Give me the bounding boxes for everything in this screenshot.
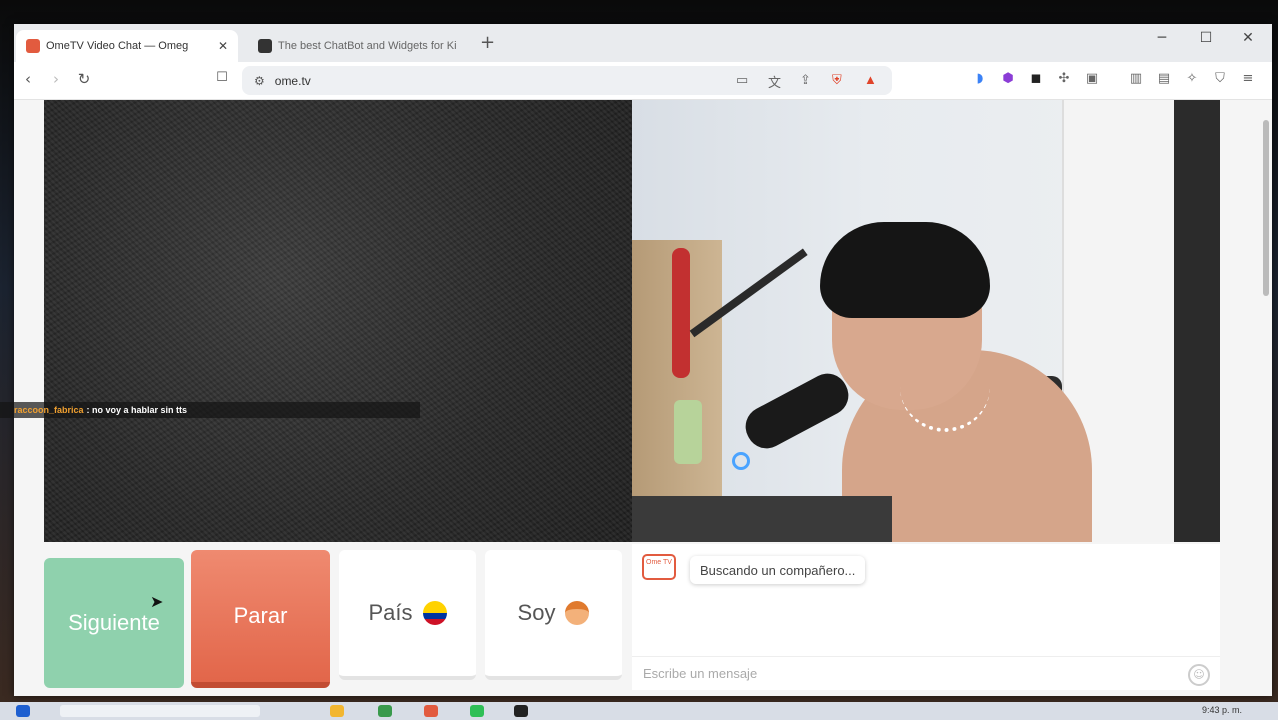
person-hair — [820, 222, 990, 318]
site-settings-icon[interactable]: ⚙ — [254, 74, 265, 88]
message-placeholder: Escribe un mensaje — [643, 666, 758, 681]
taskbar: 9:43 p. m. — [0, 702, 1278, 720]
scrollbar-thumb[interactable] — [1263, 120, 1269, 296]
sidebar-icon[interactable]: ▥ — [1126, 71, 1146, 86]
tab-ometv[interactable]: OmeTV Video Chat — Omeg ✕ — [16, 30, 238, 62]
ometv-favicon-icon — [26, 39, 40, 53]
wallet-icon[interactable]: ▤ — [1154, 71, 1174, 86]
whatsapp-taskbar-icon[interactable] — [470, 705, 484, 717]
menu-icon[interactable]: ≡ — [1238, 71, 1258, 86]
tab-chatbot[interactable]: The best ChatBot and Widgets for Ki — [248, 30, 468, 62]
tab-bar: OmeTV Video Chat — Omeg ✕ The best ChatB… — [14, 24, 1272, 62]
boy-face-icon — [565, 601, 590, 625]
new-tab-button[interactable]: + — [480, 32, 495, 53]
ometv-logo-icon: Ome TV — [642, 554, 676, 580]
red-figurine — [672, 248, 690, 378]
forward-button[interactable]: › — [44, 70, 68, 88]
chat-message: : no voy a hablar sin tts — [86, 405, 188, 415]
brave-rewards-icon[interactable]: ▲ — [864, 72, 877, 87]
bookmark-icon[interactable]: ☐ — [210, 70, 234, 85]
stranger-video — [44, 100, 632, 542]
obs-taskbar-icon[interactable] — [514, 705, 528, 717]
stop-label: Parar — [233, 603, 288, 628]
microphone — [738, 366, 856, 456]
brave-shield-icon[interactable]: ⛨ — [832, 72, 842, 88]
door-frame — [1174, 100, 1220, 542]
taskbar-clock: 9:43 p. m. — [1201, 705, 1242, 715]
extension-icon[interactable]: ◼ — [1026, 71, 1046, 86]
desk — [632, 496, 892, 542]
page-scrollbar[interactable] — [1262, 106, 1270, 690]
audio-extension-icon[interactable]: ◗ — [970, 71, 990, 86]
colombia-flag-icon — [422, 601, 447, 625]
translate-icon[interactable]: 文 — [768, 72, 781, 91]
gender-label: Soy — [517, 600, 556, 625]
browser-toolbar: ‹ › ↻ ☐ ⚙ ome.tv ▭ 文 ⇪ ⛨ ▲ ◗ ⬢ ◼ ✣ ▣ ▥ ▤… — [14, 62, 1272, 100]
stop-button[interactable]: Parar — [191, 550, 330, 688]
cast-icon[interactable]: ▭ — [736, 72, 748, 88]
next-button[interactable]: Siguiente — [44, 558, 184, 688]
minimize-button[interactable]: ─ — [1148, 30, 1176, 46]
file-explorer-icon[interactable] — [330, 705, 344, 717]
status-message: Buscando un compañero... — [690, 556, 866, 584]
back-button[interactable]: ‹ — [16, 70, 40, 88]
tab-search-icon[interactable]: ▣ — [1082, 71, 1102, 86]
widget-favicon-icon — [258, 39, 272, 53]
close-tab-icon[interactable]: ✕ — [218, 39, 228, 53]
stream-chat-overlay: raccoon_fabrica : no voy a hablar sin tt… — [0, 402, 420, 418]
vpn-icon[interactable]: ⛉ — [1210, 71, 1230, 86]
start-icon[interactable] — [16, 705, 30, 717]
static-noise — [44, 100, 632, 542]
mic-led — [732, 452, 750, 470]
tab-title: The best ChatBot and Widgets for Ki — [278, 40, 457, 52]
reload-button[interactable]: ↻ — [72, 70, 96, 88]
url-text: ome.tv — [274, 73, 311, 88]
taskbar-search[interactable] — [60, 705, 260, 717]
next-label: Siguiente — [68, 610, 160, 635]
page-content: raccoon_fabrica : no voy a hablar sin tt… — [0, 100, 1272, 696]
chat-username: raccoon_fabrica — [14, 405, 84, 415]
close-window-button[interactable]: ✕ — [1234, 30, 1262, 46]
smiley-icon[interactable]: ☺ — [1188, 664, 1210, 686]
mouse-cursor-icon: ➤ — [150, 592, 164, 611]
country-label: País — [368, 600, 413, 625]
tab-title: OmeTV Video Chat — Omeg — [46, 40, 189, 52]
self-video — [632, 100, 1220, 542]
gender-button[interactable]: Soy — [485, 550, 622, 680]
twitch-extension-icon[interactable]: ⬢ — [998, 71, 1018, 86]
chat-panel: Ome TV Buscando un compañero... Escribe … — [632, 544, 1220, 690]
share-icon[interactable]: ⇪ — [800, 72, 811, 88]
country-button[interactable]: País — [339, 550, 476, 680]
leo-ai-icon[interactable]: ✧ — [1182, 71, 1202, 86]
calendar-taskbar-icon[interactable] — [424, 705, 438, 717]
browser-taskbar-icon[interactable] — [378, 705, 392, 717]
browser-window: OmeTV Video Chat — Omeg ✕ The best ChatB… — [0, 24, 1272, 696]
maximize-button[interactable]: ☐ — [1192, 30, 1220, 46]
green-cup — [674, 400, 702, 464]
puzzle-icon[interactable]: ✣ — [1054, 71, 1074, 86]
address-bar[interactable]: ⚙ ome.tv ▭ 文 ⇪ ⛨ ▲ — [242, 66, 892, 95]
message-input[interactable]: Escribe un mensaje — [632, 656, 1220, 690]
